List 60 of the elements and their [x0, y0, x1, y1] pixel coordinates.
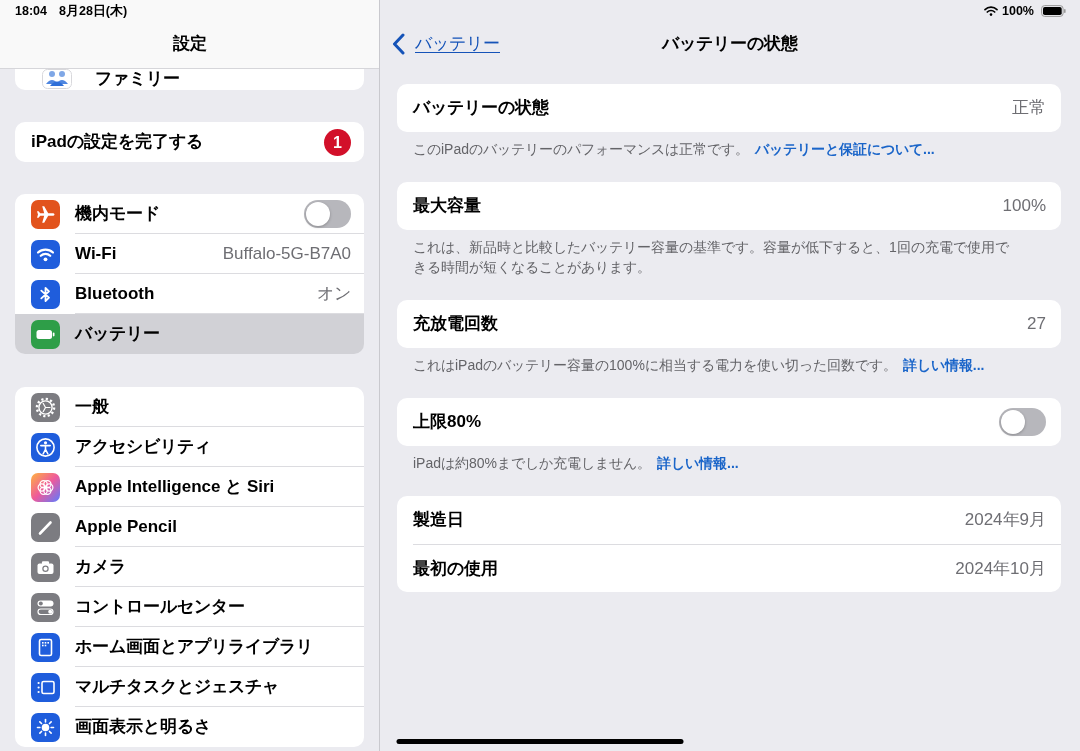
sidebar-item[interactable]: iPadの設定を完了する 1 — [15, 122, 364, 162]
airplane-icon — [31, 199, 60, 229]
chevron-left-icon — [392, 33, 405, 55]
sidebar-layout-icon — [31, 672, 60, 702]
section-footer: これは、新品時と比較したバッテリー容量の基準です。容量が低下すると、1回の充電で使用できる時間が短くなることがあります。 — [397, 230, 1061, 277]
battery-icon — [1041, 5, 1066, 17]
sun-icon — [31, 712, 60, 742]
row-value: 2024年10月 — [955, 557, 1046, 580]
row-label: 製造日 — [413, 509, 464, 532]
sidebar-item[interactable]: カメラ — [15, 547, 364, 587]
battery-percent: 100% — [1002, 2, 1034, 20]
status-date: 8月28日(木) — [59, 2, 128, 20]
sidebar-item[interactable]: Apple Pencil — [15, 507, 364, 547]
row-label: 上限80% — [413, 411, 482, 434]
info-link[interactable]: 詳しい情報... — [657, 455, 739, 471]
row-value: 100% — [1002, 195, 1046, 218]
row-label: 最大容量 — [413, 195, 481, 218]
item-value: オン — [317, 282, 351, 305]
sidebar-item[interactable]: アクセシビリティ — [15, 427, 364, 467]
sidebar-item[interactable]: マルチタスクとジェスチャ — [15, 667, 364, 707]
wifi-icon — [31, 239, 60, 269]
row-value: 2024年9月 — [964, 509, 1046, 532]
battery-icon — [31, 319, 60, 349]
gear-icon — [31, 392, 60, 422]
sidebar-item[interactable]: Wi-Fi Buffalo-5G-B7A0 — [15, 234, 364, 274]
notification-badge: 1 — [324, 128, 351, 156]
sidebar-item[interactable]: ホーム画面とアプリライブラリ — [15, 627, 364, 667]
sidebar-item[interactable]: 一般 — [15, 387, 364, 427]
item-value: Buffalo-5G-B7A0 — [222, 242, 351, 265]
toggle-switch[interactable] — [999, 408, 1046, 436]
row-label: 充放電回数 — [413, 313, 498, 336]
back-link[interactable]: バッテリー — [380, 31, 500, 57]
bluetooth-icon — [31, 279, 60, 309]
sidebar-item[interactable]: Bluetooth オン — [15, 274, 364, 314]
section-footer: iPadは約80%までしか充電しません。 詳しい情報... — [397, 446, 1061, 473]
sidebar-item[interactable]: 機内モード — [15, 194, 364, 234]
sidebar-item[interactable]: Apple Intelligence と Siri — [15, 467, 364, 507]
info-link[interactable]: 詳しい情報... — [902, 357, 985, 373]
sidebar-item[interactable]: バッテリー — [15, 314, 364, 354]
section-footer: これはiPadのバッテリー容量の100%に相当する電力を使い切った回数です。 詳しい情報... — [397, 348, 1061, 375]
sidebar-item[interactable]: 画面表示と明るさ — [15, 707, 364, 747]
section-footer: このiPadのバッテリーのパフォーマンスは正常です。 バッテリーと保証について... — [397, 132, 1061, 159]
row-value: 27 — [1027, 313, 1046, 336]
status-time: 18:04 — [15, 2, 47, 20]
accessibility-icon — [31, 432, 60, 462]
page-title: バッテリーの状態 — [662, 33, 798, 56]
row-value: 正常 — [1012, 97, 1046, 120]
row-label: 最初の使用 — [413, 557, 498, 580]
info-link[interactable]: バッテリーと保証について... — [755, 141, 935, 157]
app-grid-icon — [31, 632, 60, 662]
sidebar-item[interactable]: コントロールセンター — [15, 587, 364, 627]
wifi-icon — [984, 6, 998, 16]
sidebar-item[interactable]: ファミリー — [15, 69, 364, 90]
toggle-switch[interactable] — [304, 199, 351, 228]
flower-icon — [31, 472, 60, 502]
camera-icon — [31, 552, 60, 582]
pencil-icon — [31, 512, 60, 542]
sidebar-title: 設定 — [172, 33, 207, 56]
toggles-icon — [31, 592, 60, 622]
row-label: バッテリーの状態 — [413, 97, 549, 120]
